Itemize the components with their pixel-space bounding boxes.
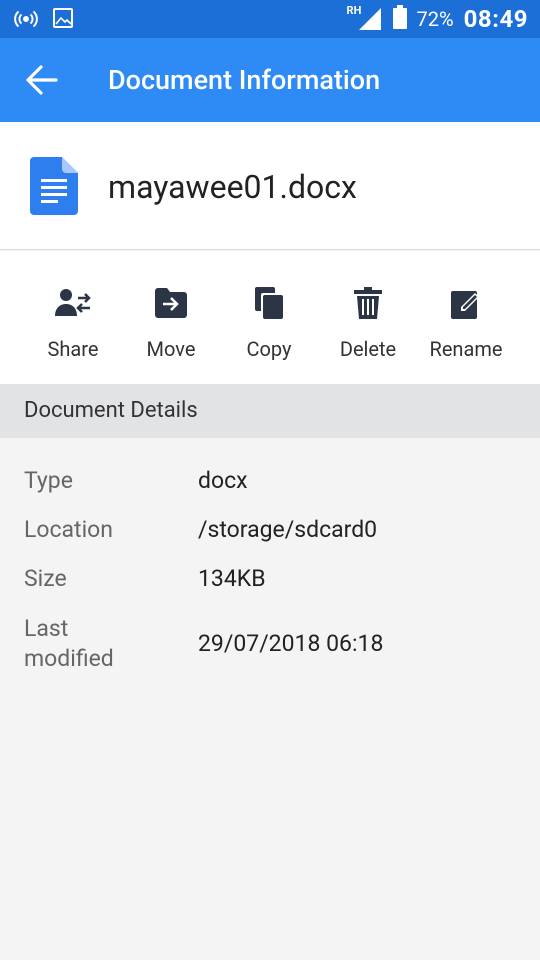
detail-value: 134KB [198, 565, 266, 592]
detail-value: /storage/sdcard0 [198, 516, 378, 543]
copy-icon [255, 287, 283, 323]
arrow-left-icon[interactable] [24, 62, 60, 98]
delete-label: Delete [339, 337, 397, 361]
signal-label: RH [346, 4, 362, 17]
move-label: Move [146, 337, 196, 361]
share-button[interactable]: Share [23, 285, 123, 361]
action-bar: Share Move Copy Delete Rename [0, 251, 540, 384]
hotspot-icon [14, 7, 38, 35]
battery-percent: 72% [416, 7, 454, 31]
clock: 08:49 [463, 5, 528, 33]
app-bar: Document Information [0, 38, 540, 122]
signal-icon: RH [347, 4, 383, 32]
file-name: mayawee01.docx [108, 168, 357, 206]
edit-icon [451, 287, 481, 323]
detail-key: Location [24, 516, 113, 543]
delete-button[interactable]: Delete [318, 285, 418, 361]
detail-value: 29/07/2018 06:18 [198, 630, 384, 657]
rename-label: Rename [429, 337, 503, 361]
image-icon [52, 7, 74, 35]
detail-key: Type [24, 467, 73, 494]
page-title: Document Information [108, 64, 381, 96]
share-label: Share [47, 337, 99, 361]
detail-key: Last modified [24, 615, 114, 672]
section-title: Document Details [24, 398, 198, 423]
file-header: mayawee01.docx [0, 122, 540, 250]
detail-key: Size [24, 565, 67, 592]
status-bar: RH 72% 08:49 [0, 0, 540, 38]
move-folder-icon [155, 288, 187, 322]
google-docs-icon [30, 157, 78, 219]
trash-icon [354, 287, 382, 323]
detail-value: docx [198, 467, 248, 494]
move-button[interactable]: Move [121, 285, 221, 361]
battery-icon [392, 5, 407, 33]
section-header: Document Details [0, 384, 540, 438]
share-people-icon [55, 288, 91, 322]
rename-button[interactable]: Rename [416, 285, 516, 361]
copy-button[interactable]: Copy [219, 285, 319, 361]
copy-label: Copy [246, 337, 292, 361]
